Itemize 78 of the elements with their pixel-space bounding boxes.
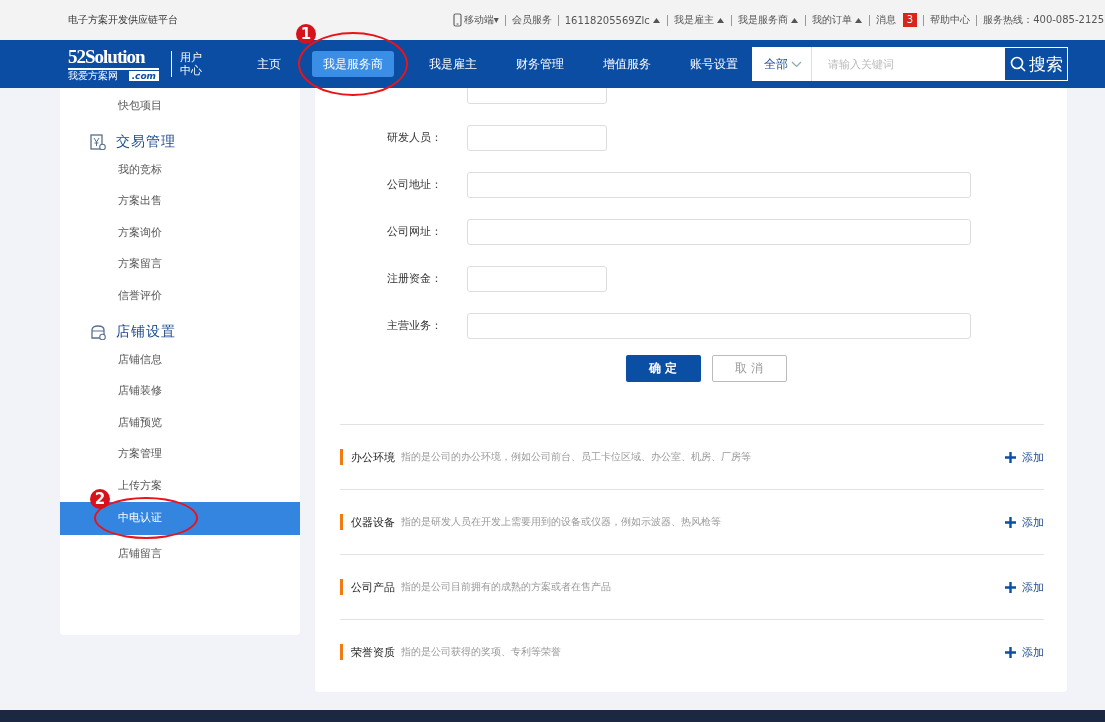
nav-link[interactable]: 我是雇主 — [415, 51, 491, 77]
section-title: 仪器设备 — [351, 514, 395, 530]
nav-link[interactable]: 增值服务 — [589, 51, 665, 77]
top-link[interactable]: 我是服务商 — [737, 13, 788, 27]
top-link[interactable]: 移动端▾ — [463, 13, 499, 27]
section-title: 公司产品 — [351, 579, 395, 595]
plus-icon — [1005, 646, 1016, 658]
top-link[interactable]: 我是雇主 — [673, 13, 714, 27]
logo-caption: 用户 — [180, 51, 202, 64]
field-label: 研发人员： — [387, 131, 442, 144]
input-field[interactable] — [467, 265, 607, 292]
logo-domain: .com — [128, 70, 159, 81]
add-link[interactable]: 添加 — [1005, 644, 1044, 660]
search-icon — [1009, 56, 1026, 72]
document-icon — [90, 133, 106, 150]
top-link[interactable]: 消息 — [875, 13, 896, 27]
input-field[interactable] — [467, 218, 971, 245]
nav-link[interactable]: 主页 — [246, 51, 292, 77]
top-link[interactable]: 会员服务 — [511, 13, 552, 27]
shop-icon — [90, 323, 106, 340]
top-link[interactable]: 我的订单 — [811, 13, 852, 27]
top-link[interactable]: 服务热线：400-085-2125 — [983, 13, 1104, 27]
chevron-down-icon — [791, 60, 802, 68]
accent-bar — [340, 644, 343, 660]
sidebar-item[interactable]: 信誉评价 — [118, 287, 162, 304]
nav-link[interactable]: 账号设置 — [676, 51, 752, 77]
field-label: 注册资金： — [387, 272, 442, 285]
section-description: 指的是公司的办公环境，例如公司前台、员工卡位区域、办公室、机房、厂房等 — [401, 450, 751, 464]
logo-slogan: 我爱方案网 — [68, 69, 118, 82]
sidebar-item[interactable]: 我的竞标 — [118, 161, 162, 178]
add-link[interactable]: 添加 — [1005, 579, 1044, 595]
field-label: 公司地址： — [387, 178, 442, 191]
caret-icon — [651, 16, 661, 24]
logo-caption: 中心 — [180, 64, 202, 77]
input-field[interactable] — [467, 124, 607, 151]
add-link[interactable]: 添加 — [1005, 514, 1044, 530]
sidebar-item[interactable]: 快包项目 — [118, 98, 162, 114]
sidebar-item[interactable]: 店铺预览 — [118, 414, 162, 431]
top-link[interactable]: 16118205569Zlc — [564, 14, 650, 26]
field-label: 公司网址： — [387, 225, 442, 238]
section-description: 指的是公司获得的奖项、专利等荣誉 — [401, 645, 561, 659]
section-description: 指的是研发人员在开发上需要用到的设备或仪器，例如示波器、热风枪等 — [401, 515, 721, 529]
group-title: 交易管理 — [116, 132, 176, 151]
sidebar-item[interactable]: 店铺装修 — [118, 383, 162, 400]
sidebar-item[interactable]: 方案管理 — [118, 446, 162, 463]
field-label: 主营业务： — [387, 319, 442, 332]
section-title: 荣誉资质 — [351, 644, 395, 660]
search-button[interactable]: 搜索 — [1004, 47, 1068, 81]
sidebar-item[interactable]: 上传方案 — [118, 477, 162, 494]
caret-icon — [853, 16, 863, 24]
sidebar-item[interactable]: 方案留言 — [118, 256, 162, 273]
caret-icon — [789, 16, 799, 24]
input-field[interactable] — [467, 171, 971, 198]
scope-dropdown[interactable]: 全部 — [752, 47, 812, 81]
search-field[interactable]: 请输入关键词 — [812, 47, 1004, 81]
accent-bar — [340, 514, 343, 530]
site-name: 电子方案开发供应链平台 — [68, 13, 178, 27]
caret-icon — [715, 16, 725, 24]
sidebar-item[interactable]: 店铺留言 — [118, 545, 162, 562]
accent-bar — [340, 579, 343, 595]
sidebar-item[interactable]: 方案出售 — [118, 193, 162, 210]
accent-bar — [340, 449, 343, 465]
section-title: 办公环境 — [351, 449, 395, 465]
nav-link[interactable]: 财务管理 — [502, 51, 578, 77]
top-link[interactable]: 帮助中心 — [930, 13, 971, 27]
sidebar-item[interactable]: 方案询价 — [118, 224, 162, 241]
group-title: 店铺设置 — [116, 322, 176, 341]
sidebar-item[interactable]: 店铺信息 — [118, 351, 162, 368]
plus-icon — [1005, 581, 1016, 593]
logo-text: 52Solution — [68, 46, 146, 67]
phone-icon — [452, 13, 462, 27]
plus-icon — [1005, 516, 1016, 528]
plus-icon — [1005, 451, 1016, 463]
message-badge: 3 — [902, 13, 918, 27]
confirm-button[interactable]: 确 定 — [625, 355, 701, 382]
add-link[interactable]: 添加 — [1005, 449, 1044, 465]
input-field[interactable] — [467, 312, 971, 339]
section-description: 指的是公司目前拥有的成熟的方案或者在售产品 — [401, 580, 611, 594]
